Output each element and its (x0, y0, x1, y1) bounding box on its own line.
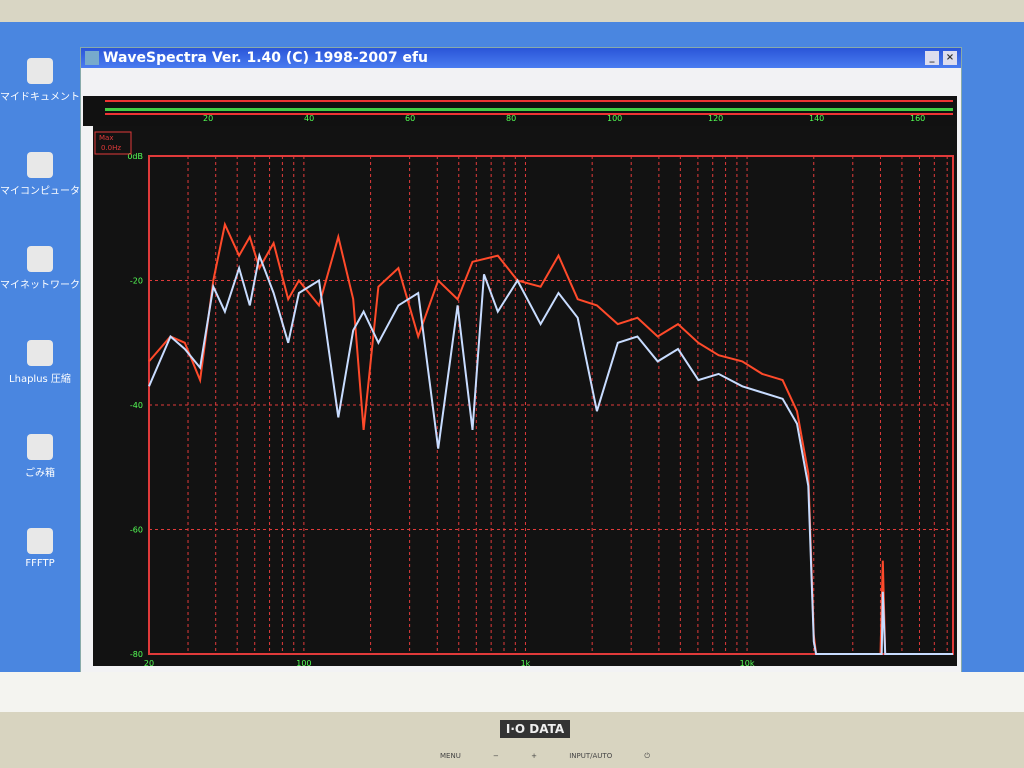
taskbar (0, 672, 1024, 712)
desktop-icon-label: Lhaplus 圧縮 (9, 374, 71, 385)
minimize-button[interactable]: _ (925, 51, 939, 65)
y-tick-label: -20 (130, 277, 143, 286)
y-tick-label: -80 (130, 650, 143, 659)
x-tick-label: 100 (296, 659, 311, 666)
shortcut-icon (27, 340, 53, 366)
max-frequency: 0.0Hz (101, 144, 121, 152)
time-ruler[interactable]: 20 40 60 80 100 120 140 160 (83, 96, 957, 126)
close-button[interactable]: × (943, 51, 957, 65)
shortcut-icon (27, 434, 53, 460)
monitor-brand: I·O DATA (500, 720, 570, 738)
shortcut-icon (27, 246, 53, 272)
toolbar (81, 68, 961, 92)
monitor-controls[interactable]: MENU − + INPUT/AUTO ⏻ (440, 752, 650, 761)
desktop-icon-label: マイネットワーク (0, 280, 80, 291)
ruler-line (105, 113, 953, 115)
max-label: Max (99, 134, 113, 142)
desktop-icon-label: マイドキュメント (0, 92, 80, 103)
desktop-icon-label: FFFTP (25, 558, 55, 569)
spectrum-plot[interactable]: 0dB -20 -40 -60 -80 20 100 1k 10k Max 0.0Hz (93, 126, 957, 668)
x-tick-label: 1k (521, 659, 531, 666)
shortcut-icon (27, 152, 53, 178)
desktop: マイドキュメント マイコンピュータ マイネットワーク Lhaplus 圧縮 ごみ箱 FFF… (0, 22, 1024, 712)
ruler-label: 20 (203, 114, 214, 123)
desktop-icon[interactable]: Lhaplus 圧縮 (0, 340, 80, 428)
shortcut-icon (27, 58, 53, 84)
desktop-icon-label: マイコンピュータ (0, 186, 80, 197)
x-tick-label: 10k (740, 659, 755, 666)
ruler-label: 140 (809, 114, 825, 123)
y-tick-label: -60 (130, 526, 143, 535)
desktop-icon[interactable]: マイネットワーク (0, 246, 80, 334)
ruler-label: 80 (506, 114, 517, 123)
ruler-label: 120 (708, 114, 724, 123)
ruler-label: 40 (304, 114, 315, 123)
shortcut-icon (27, 528, 53, 554)
desktop-icon[interactable]: マイコンピュータ (0, 152, 80, 240)
y-tick-label: -40 (130, 401, 143, 410)
ruler-label: 160 (910, 114, 926, 123)
app-icon (85, 51, 99, 65)
ruler-label: 100 (607, 114, 623, 123)
wavespectra-window: WaveSpectra Ver. 1.40 (C) 1998-2007 efu … (80, 47, 962, 674)
ruler-label: 60 (405, 114, 416, 123)
desktop-icon[interactable]: マイドキュメント (0, 58, 80, 146)
ruler-line (105, 100, 953, 102)
x-tick-label: 20 (144, 659, 154, 666)
window-title: WaveSpectra Ver. 1.40 (C) 1998-2007 efu (103, 50, 429, 66)
desktop-icon[interactable]: FFFTP (0, 528, 80, 616)
desktop-icon-label: ごみ箱 (25, 468, 55, 479)
desktop-icons: マイドキュメント マイコンピュータ マイネットワーク Lhaplus 圧縮 ごみ箱 FFF… (0, 52, 80, 616)
level-bar (105, 108, 953, 111)
desktop-icon[interactable]: ごみ箱 (0, 434, 80, 522)
title-bar: WaveSpectra Ver. 1.40 (C) 1998-2007 efu … (81, 48, 961, 68)
monitor-bezel: I·O DATA MENU − + INPUT/AUTO ⏻ (0, 712, 1024, 768)
y-tick-label: 0dB (127, 152, 143, 161)
